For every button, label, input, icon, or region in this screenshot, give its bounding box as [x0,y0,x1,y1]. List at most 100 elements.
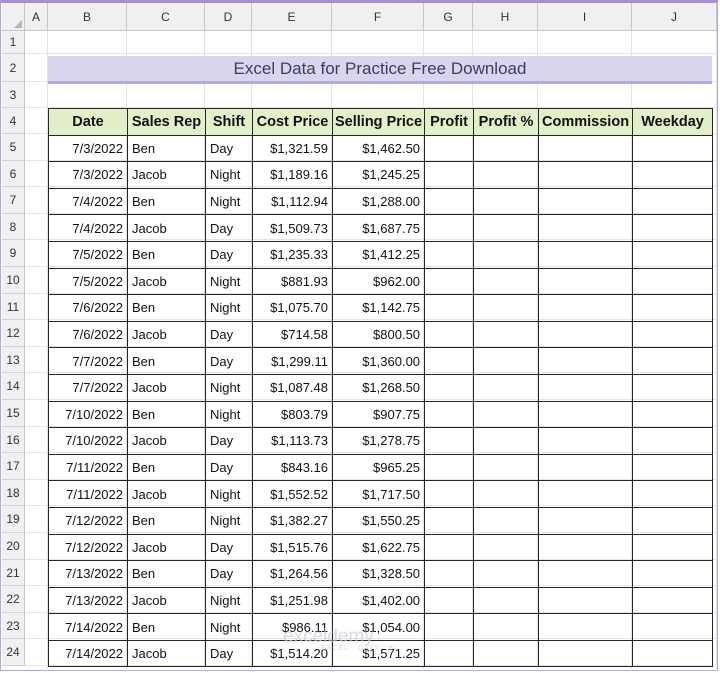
cell-profit[interactable] [424,187,475,216]
cell-sales-rep[interactable]: Ben [127,187,206,216]
cell-weekday[interactable] [632,400,714,429]
cell-date[interactable]: 7/4/2022 [48,214,128,242]
cell-cost-price[interactable]: $1,087.48 [252,373,333,402]
column-header-i[interactable]: I [538,3,632,31]
cell-cost-price[interactable]: $1,321.59 [252,134,333,163]
cell-commission[interactable] [538,347,634,375]
cell-sales-rep[interactable]: Ben [127,134,206,163]
cell-date[interactable]: 7/5/2022 [48,240,128,269]
cell-profit-percent[interactable] [473,240,540,269]
header-weekday[interactable]: Weekday [632,108,714,136]
cell-date[interactable]: 7/6/2022 [48,320,128,349]
cell-shift[interactable]: Day [205,427,253,455]
row-header-8[interactable]: 8 [2,214,25,240]
header-profit[interactable]: Profit [424,108,475,136]
header-sales-rep[interactable]: Sales Rep [127,108,206,136]
header-commission[interactable]: Commission [538,108,634,136]
cell-commission[interactable] [538,586,634,615]
row-header-22[interactable]: 22 [2,586,25,613]
cell-cost-price[interactable]: $843.16 [252,453,333,482]
cell-weekday[interactable] [632,267,714,296]
cell-sales-rep[interactable]: Ben [127,400,206,429]
row-header-15[interactable]: 15 [2,400,25,427]
column-header-d[interactable]: D [205,3,252,31]
cell-weekday[interactable] [632,294,714,322]
cell-profit[interactable] [424,427,475,455]
header-profit-percent[interactable]: Profit % [473,108,540,136]
cell-commission[interactable] [538,134,634,163]
cell-profit-percent[interactable] [473,639,540,668]
cell-profit[interactable] [424,347,475,375]
cell-weekday[interactable] [632,240,714,269]
header-cost-price[interactable]: Cost Price [252,108,333,136]
cell-commission[interactable] [538,373,634,402]
cell-profit-percent[interactable] [473,400,540,429]
cell-weekday[interactable] [632,187,714,216]
cell-cost-price[interactable]: $1,189.16 [252,161,333,189]
cell-commission[interactable] [538,187,634,216]
cell-profit[interactable] [424,560,475,588]
cell-shift[interactable]: Day [205,639,253,668]
cell-date[interactable]: 7/10/2022 [48,427,128,455]
cell-profit-percent[interactable] [473,161,540,189]
cell-profit[interactable] [424,453,475,482]
cell-weekday[interactable] [632,214,714,242]
cell-cost-price[interactable]: $1,515.76 [252,533,333,562]
row-header-19[interactable]: 19 [2,506,25,533]
cell-date[interactable]: 7/11/2022 [48,480,128,508]
cell-commission[interactable] [538,294,634,322]
cell-sales-rep[interactable]: Jacob [127,533,206,562]
cell-selling-price[interactable]: $1,278.75 [331,427,426,455]
cell-weekday[interactable] [632,453,714,482]
cell-commission[interactable] [538,639,634,668]
cell-sales-rep[interactable]: Ben [127,347,206,375]
cell-commission[interactable] [538,427,634,455]
cell-date[interactable]: 7/7/2022 [48,373,128,402]
cell-commission[interactable] [538,320,634,349]
cell-cost-price[interactable]: $714.58 [252,320,333,349]
cell-commission[interactable] [538,161,634,189]
row-header-20[interactable]: 20 [2,533,25,560]
cell-commission[interactable] [538,453,634,482]
cell-date[interactable]: 7/12/2022 [48,533,128,562]
cell-cost-price[interactable]: $1,299.11 [252,347,333,375]
header-shift[interactable]: Shift [205,108,253,136]
cell-selling-price[interactable]: $1,402.00 [331,586,426,615]
cell-selling-price[interactable]: $1,717.50 [331,480,426,508]
cell-profit-percent[interactable] [473,480,540,508]
cell-selling-price[interactable]: $1,687.75 [331,214,426,242]
cell-profit[interactable] [424,134,475,163]
cell-weekday[interactable] [632,560,714,588]
cell-cost-price[interactable]: $1,251.98 [252,586,333,615]
cell-profit[interactable] [424,267,475,296]
cell-selling-price[interactable]: $1,462.50 [331,134,426,163]
cell-commission[interactable] [538,240,634,269]
cell-shift[interactable]: Day [205,533,253,562]
cell-date[interactable]: 7/3/2022 [48,161,128,189]
cell-profit-percent[interactable] [473,187,540,216]
column-header-h[interactable]: H [473,3,538,31]
cell-commission[interactable] [538,560,634,588]
cell-profit-percent[interactable] [473,427,540,455]
cell-commission[interactable] [538,267,634,296]
cell-selling-price[interactable]: $1,360.00 [331,347,426,375]
row-header-13[interactable]: 13 [2,347,25,373]
cell-selling-price[interactable]: $1,245.25 [331,161,426,189]
cell-profit-percent[interactable] [473,214,540,242]
cell-date[interactable]: 7/13/2022 [48,586,128,615]
header-date[interactable]: Date [48,108,128,136]
cell-selling-price[interactable]: $1,550.25 [331,506,426,535]
cell-shift[interactable]: Day [205,214,253,242]
cell-shift[interactable]: Day [205,240,253,269]
cell-date[interactable]: 7/11/2022 [48,453,128,482]
cell-weekday[interactable] [632,533,714,562]
cell-weekday[interactable] [632,586,714,615]
cell-cost-price[interactable]: $1,264.56 [252,560,333,588]
column-header-e[interactable]: E [252,3,332,31]
row-header-18[interactable]: 18 [2,480,25,506]
cell-sales-rep[interactable]: Ben [127,240,206,269]
cell-sales-rep[interactable]: Ben [127,560,206,588]
cell-sales-rep[interactable]: Jacob [127,373,206,402]
cell-profit[interactable] [424,214,475,242]
column-header-c[interactable]: C [127,3,205,31]
